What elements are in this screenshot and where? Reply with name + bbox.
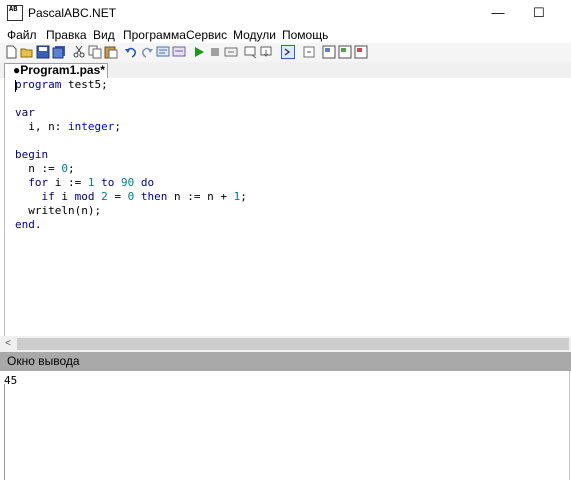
menu-help[interactable]: Помощь (282, 28, 328, 42)
code-token: ; (114, 120, 121, 133)
run-icon[interactable] (192, 45, 206, 59)
redo-icon[interactable] (140, 45, 154, 59)
code-token: i, n: (15, 120, 68, 133)
breakpoint-icon[interactable] (302, 45, 316, 59)
menu-service[interactable]: Сервис (186, 28, 227, 42)
maximize-button[interactable]: ☐ (516, 0, 562, 26)
tab-label: ●Program1.pas* (13, 63, 105, 77)
toolbar (0, 43, 571, 63)
code-line: for i := 1 to 90 do (15, 176, 247, 190)
save-file-icon[interactable] (36, 45, 50, 59)
new-file-icon[interactable] (4, 45, 18, 59)
code-token: = (107, 190, 128, 203)
output-panel: 45 (0, 371, 571, 480)
open-file-icon[interactable] (20, 45, 34, 59)
code-line: if i mod 2 = 0 then n := n + 1; (15, 190, 247, 204)
code-token: n := n + (167, 190, 234, 203)
number-token: 90 (121, 176, 135, 189)
keyword-token: if (41, 190, 55, 203)
menu-file[interactable]: Файл (7, 28, 37, 42)
output-panel-header: Окно вывода (0, 352, 571, 371)
code-token: i := (48, 176, 88, 189)
code-token: ; (67, 162, 75, 175)
code-token: writeln(n); (15, 204, 102, 217)
windows-1-icon[interactable] (338, 45, 352, 59)
replace-icon[interactable] (172, 45, 186, 59)
code-token: . (34, 218, 42, 231)
editor-gutter (0, 78, 5, 336)
form-designer-icon[interactable] (322, 45, 336, 59)
code-token: n := (15, 162, 62, 175)
step-into-icon[interactable] (260, 45, 274, 59)
keyword-token: then (140, 190, 168, 203)
horizontal-scrollbar[interactable]: < (0, 336, 571, 352)
keyword-token: var (15, 106, 35, 119)
output-text: 45 (4, 374, 18, 387)
menu-view[interactable]: Вид (93, 28, 115, 42)
scroll-thumb[interactable] (17, 338, 569, 350)
keyword-token: begin (15, 148, 49, 161)
maximize-icon: ☐ (533, 5, 545, 20)
tab-strip: ●Program1.pas* (0, 62, 571, 79)
cut-icon[interactable] (72, 45, 86, 59)
menu-program[interactable]: Программа (123, 28, 186, 42)
code-line: n := 0; (15, 162, 247, 176)
menu-edit[interactable]: Правка (46, 28, 87, 42)
code-line: program test5; (15, 78, 247, 92)
scroll-left-icon[interactable]: < (0, 336, 16, 352)
code-line: writeln(n); (15, 204, 247, 218)
menu-modules[interactable]: Модули (233, 28, 276, 42)
pascalabc-app-icon: AB (7, 5, 23, 21)
output-right-border (569, 371, 570, 480)
keyword-token: to (101, 176, 115, 189)
number-token: 1 (87, 176, 95, 189)
output-left-border (4, 384, 5, 480)
menu-bar: Файл Правка Вид Программа Сервис Модули … (0, 26, 571, 43)
windows-2-icon[interactable] (354, 45, 368, 59)
code-line: i, n: integer; (15, 120, 247, 134)
title-bar: AB PascalABC.NET — ☐ (0, 0, 571, 26)
keyword-token: do (140, 176, 155, 189)
minimize-button[interactable]: — (475, 0, 521, 26)
window-title: PascalABC.NET (28, 6, 117, 20)
tab-program1[interactable]: ●Program1.pas* (4, 63, 108, 78)
code-token: test5; (61, 78, 108, 91)
keyword-token: program (15, 78, 62, 91)
code-line: begin (15, 148, 247, 162)
find-icon[interactable] (156, 45, 170, 59)
type-token: integer (67, 120, 115, 133)
code-token: ; (240, 190, 247, 203)
code-token: i (54, 190, 75, 203)
number-token: 0 (61, 162, 68, 175)
save-all-icon[interactable] (52, 45, 66, 59)
number-token: 2 (101, 190, 108, 203)
keyword-token: for (28, 176, 49, 189)
code-line: end. (15, 218, 247, 232)
debug-icon[interactable] (224, 45, 238, 59)
keyword-token: mod (74, 190, 95, 203)
step-over-icon[interactable] (244, 45, 258, 59)
undo-icon[interactable] (124, 45, 138, 59)
code-editor[interactable]: program test5; var i, n: integer; begin … (0, 78, 571, 336)
minimize-icon: — (491, 5, 505, 20)
paste-icon[interactable] (104, 45, 118, 59)
stop-icon[interactable] (208, 45, 222, 59)
keyword-token: end (15, 218, 35, 231)
copy-icon[interactable] (88, 45, 102, 59)
output-window-icon[interactable] (281, 45, 295, 59)
code-line: var (15, 106, 247, 120)
code-area[interactable]: program test5; var i, n: integer; begin … (15, 78, 247, 232)
